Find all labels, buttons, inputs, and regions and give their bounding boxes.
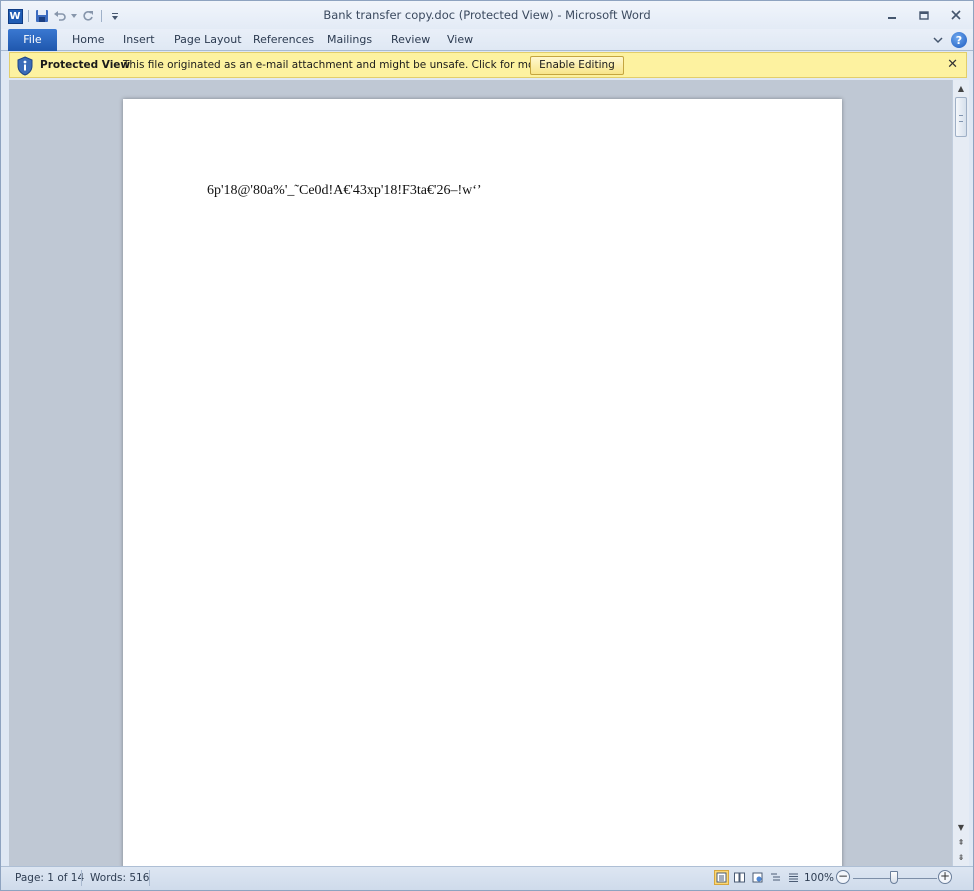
close-button[interactable] xyxy=(947,7,965,23)
zoom-level[interactable]: 100% xyxy=(804,872,834,884)
document-area[interactable]: 6p'18@'80a%'_˜Ce0d!A€'43xp'18!F3ta€'26–!… xyxy=(9,80,952,866)
word-window: W Bank transfer copy.doc (Protected View… xyxy=(0,0,974,891)
ribbon-right-controls: ? xyxy=(933,32,967,48)
title-bar: W Bank transfer copy.doc (Protected View… xyxy=(1,1,973,29)
tab-view[interactable]: View xyxy=(441,29,479,51)
tab-file[interactable]: File xyxy=(8,29,57,51)
zoom-slider-thumb[interactable] xyxy=(890,871,898,884)
tab-insert[interactable]: Insert xyxy=(117,29,161,51)
restore-button[interactable] xyxy=(915,7,933,23)
draft-icon[interactable] xyxy=(786,870,801,885)
close-icon[interactable]: ✕ xyxy=(947,57,958,72)
outline-icon[interactable] xyxy=(768,870,783,885)
tab-references[interactable]: References xyxy=(247,29,320,51)
tab-page-layout[interactable]: Page Layout xyxy=(168,29,248,51)
tab-review[interactable]: Review xyxy=(385,29,436,51)
print-layout-icon[interactable] xyxy=(714,870,729,885)
shield-info-icon xyxy=(16,56,34,76)
protected-view-message[interactable]: This file originated as an e-mail attach… xyxy=(123,59,587,71)
word-count[interactable]: Words: 516 xyxy=(90,872,149,884)
window-title: Bank transfer copy.doc (Protected View) … xyxy=(323,8,651,22)
page-count[interactable]: Page: 1 of 14 xyxy=(15,872,84,884)
tab-mailings[interactable]: Mailings xyxy=(321,29,378,51)
zoom-in-button[interactable]: + xyxy=(938,870,952,884)
status-bar: Page: 1 of 14 Words: 516 100% − + xyxy=(1,866,973,890)
protected-view-bar[interactable]: Protected View This file originated as a… xyxy=(9,52,967,78)
chevron-icon[interactable] xyxy=(933,34,943,47)
vertical-scrollbar[interactable]: ▲ ▼ ⇞ ⇟ xyxy=(952,80,969,866)
zoom-out-button[interactable]: − xyxy=(836,870,850,884)
scroll-down-icon[interactable]: ▼ xyxy=(953,821,969,835)
minimize-button[interactable] xyxy=(883,7,901,23)
previous-page-icon[interactable]: ⇞ xyxy=(953,836,969,850)
view-buttons xyxy=(714,870,801,885)
protected-view-title: Protected View xyxy=(40,59,131,71)
full-screen-reading-icon[interactable] xyxy=(732,870,747,885)
scroll-up-icon[interactable]: ▲ xyxy=(953,82,969,96)
enable-editing-button[interactable]: Enable Editing xyxy=(530,56,624,75)
ribbon-tabs: File Home Insert Page Layout References … xyxy=(1,29,973,51)
tab-home[interactable]: Home xyxy=(66,29,110,51)
next-page-icon[interactable]: ⇟ xyxy=(953,851,969,865)
status-divider-2 xyxy=(149,870,150,886)
document-text: 6p'18@'80a%'_˜Ce0d!A€'43xp'18!F3ta€'26–!… xyxy=(207,183,482,198)
document-page[interactable]: 6p'18@'80a%'_˜Ce0d!A€'43xp'18!F3ta€'26–!… xyxy=(123,99,842,866)
status-divider xyxy=(81,870,82,886)
help-icon[interactable]: ? xyxy=(951,32,967,48)
window-controls xyxy=(883,7,965,23)
scroll-thumb[interactable] xyxy=(955,97,967,137)
web-layout-icon[interactable] xyxy=(750,870,765,885)
